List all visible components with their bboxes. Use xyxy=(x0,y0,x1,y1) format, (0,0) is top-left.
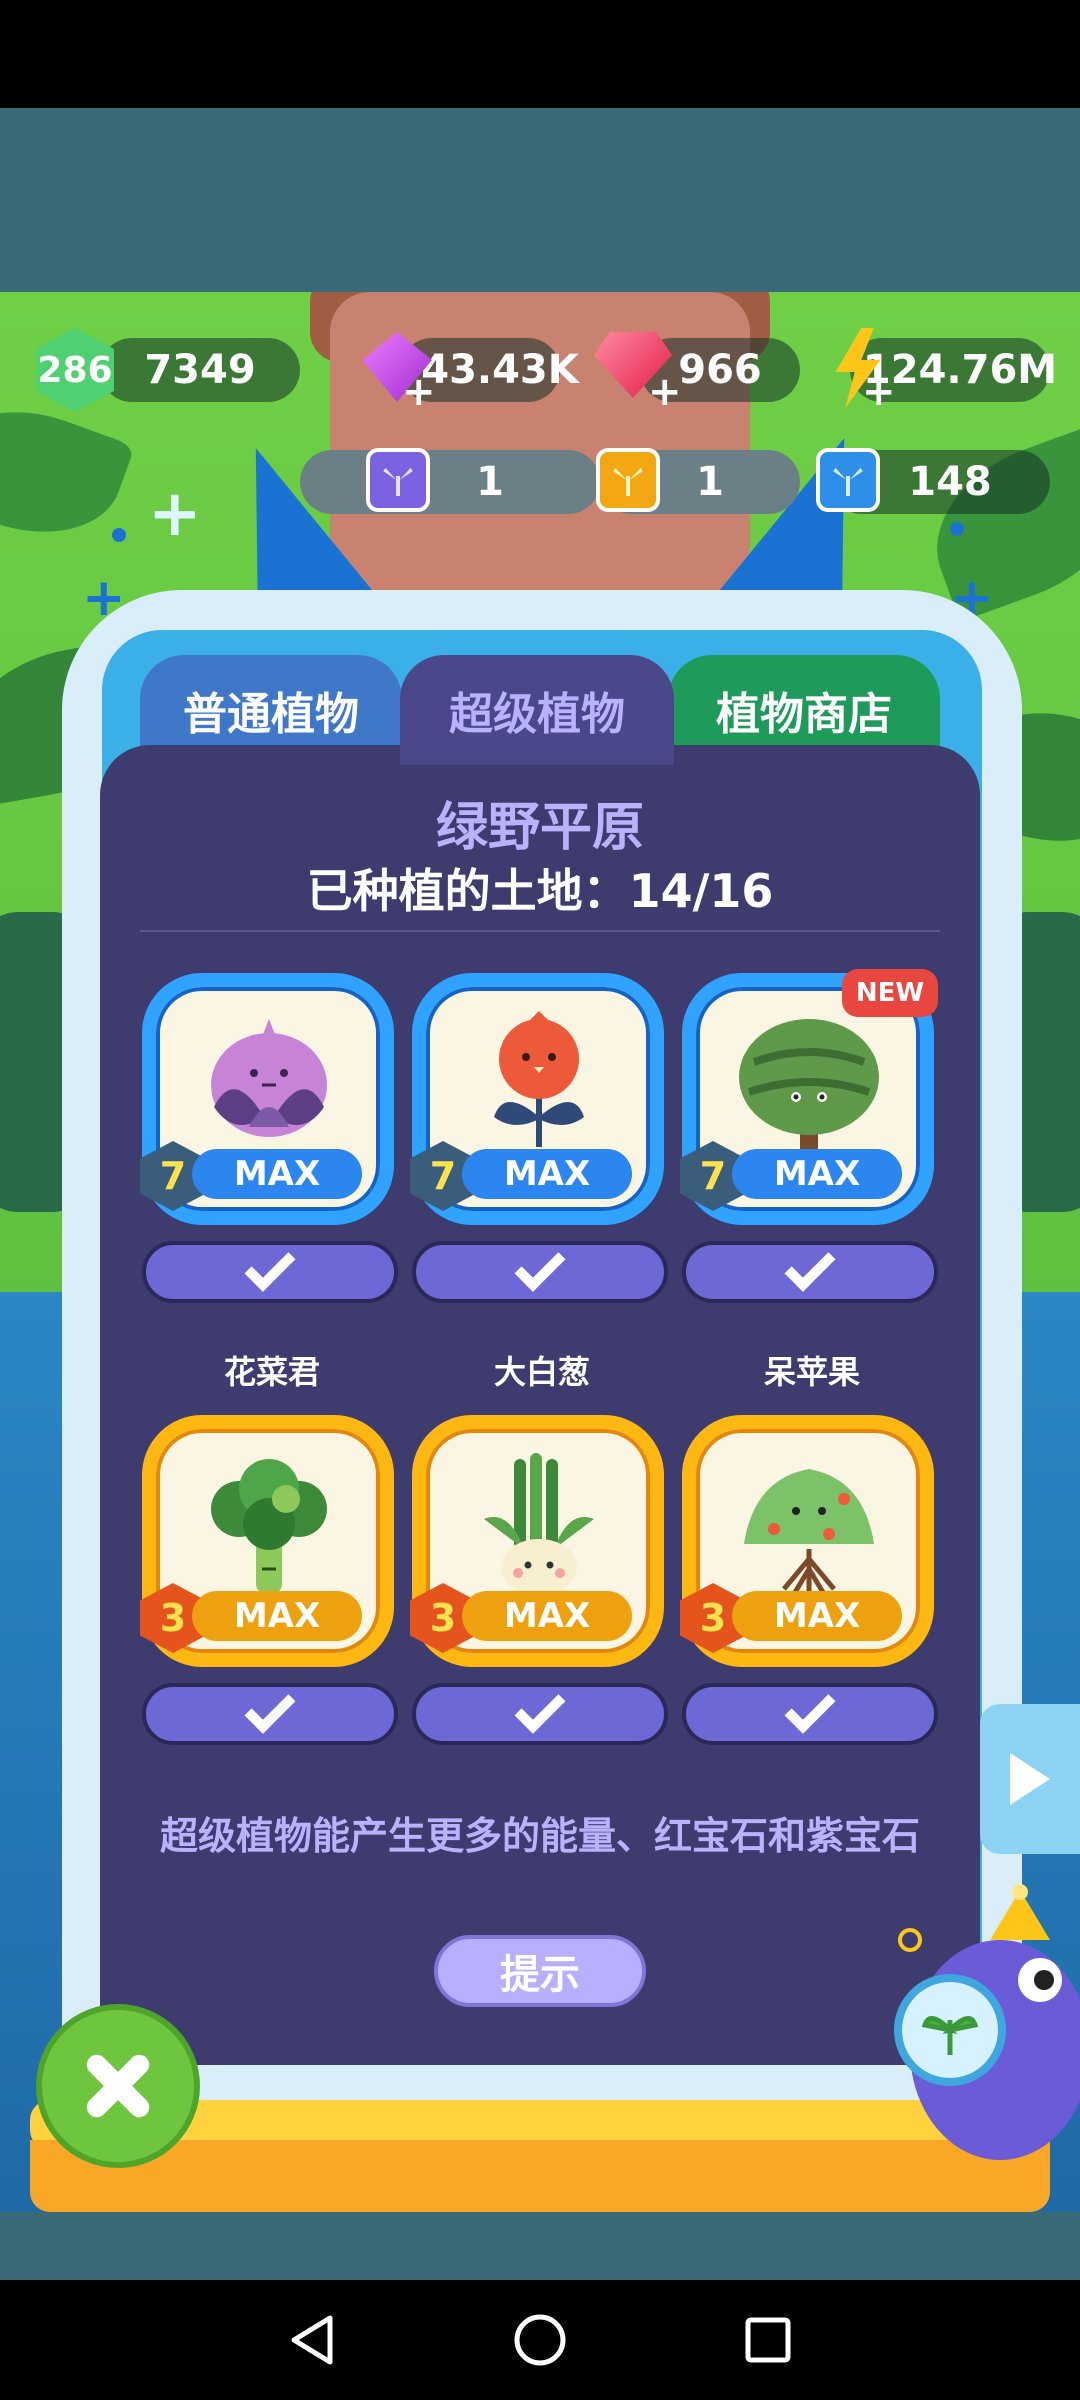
select-check-button[interactable] xyxy=(412,1240,668,1303)
plant-name: 大白葱 xyxy=(493,1353,590,1391)
home-icon[interactable] xyxy=(510,2310,570,2370)
check-icon xyxy=(244,1240,296,1292)
max-label: MAX xyxy=(192,1591,362,1641)
divider xyxy=(140,930,940,932)
player-level-value: 286 xyxy=(37,349,113,391)
broccoli-icon xyxy=(211,1459,327,1594)
gold-seed-icon xyxy=(596,448,660,512)
add-power-icon[interactable]: + xyxy=(862,372,896,412)
tab-label: 超级植物 xyxy=(449,689,625,740)
max-label: MAX xyxy=(462,1591,632,1641)
max-label: MAX xyxy=(192,1149,362,1199)
purple-seed-icon xyxy=(366,448,430,512)
energy-counter: 7349 xyxy=(100,338,300,402)
sparkle-plus-icon: + xyxy=(148,477,202,551)
dot-decoration xyxy=(112,528,126,542)
max-label: MAX xyxy=(732,1149,902,1199)
purple-gem-value: 43.43K xyxy=(421,347,579,393)
player-level-badge: 286 xyxy=(36,328,114,412)
planted-land-count: 已种植的土地：14/16 xyxy=(306,864,774,918)
plant-name: 花菜君 xyxy=(223,1353,320,1391)
close-button[interactable] xyxy=(36,2004,200,2168)
status-bar xyxy=(0,0,1080,108)
max-label: MAX xyxy=(732,1591,902,1641)
onion-icon xyxy=(211,1019,327,1137)
check-icon xyxy=(514,1682,566,1734)
red-gem-value: 966 xyxy=(678,347,762,393)
blue-seed-value: 148 xyxy=(908,459,992,505)
super-plants-panel: 绿野平原 已种植的土地：14/16 7 MAX 7 MAX NEW 7 MAX … xyxy=(100,745,980,2065)
check-icon xyxy=(244,1682,296,1734)
mascot-character[interactable] xyxy=(880,1880,1080,2180)
gold-seed-value: 1 xyxy=(696,459,724,505)
flower-icon xyxy=(494,1011,584,1147)
plant-name: 呆苹果 xyxy=(763,1353,860,1391)
add-red-gem-icon[interactable]: + xyxy=(648,372,682,412)
apple-tree-icon xyxy=(744,1469,874,1596)
purple-seed-value: 1 xyxy=(476,459,504,505)
region-title: 绿野平原 xyxy=(435,798,644,858)
energy-value: 7349 xyxy=(144,347,256,393)
select-check-button[interactable] xyxy=(142,1240,398,1303)
select-check-button[interactable] xyxy=(682,1682,938,1745)
recents-icon[interactable] xyxy=(738,2310,798,2370)
leek-icon xyxy=(484,1453,594,1595)
check-icon xyxy=(514,1240,566,1292)
super-plants-description: 超级植物能产生更多的能量、红宝石和紫宝石 xyxy=(159,1814,920,1858)
add-purple-gem-icon[interactable]: + xyxy=(402,372,436,412)
system-nav-bar xyxy=(0,2280,1080,2400)
select-check-button[interactable] xyxy=(412,1682,668,1745)
tab-label: 普通植物 xyxy=(183,689,359,740)
play-arrow-icon xyxy=(1010,1753,1050,1805)
new-badge: NEW xyxy=(842,969,938,1017)
dot-decoration xyxy=(950,522,964,536)
back-icon[interactable] xyxy=(282,2310,342,2370)
hint-button[interactable]: 提示 xyxy=(434,1935,646,2007)
check-icon xyxy=(784,1240,836,1292)
select-check-button[interactable] xyxy=(682,1240,938,1303)
tab-super-plants[interactable]: 超级植物 xyxy=(400,655,674,765)
blue-seed-icon xyxy=(816,448,880,512)
tree-icon xyxy=(739,1019,879,1152)
tab-label: 植物商店 xyxy=(716,689,892,740)
select-check-button[interactable] xyxy=(142,1682,398,1745)
close-icon xyxy=(78,2046,158,2126)
max-label: MAX xyxy=(462,1149,632,1199)
check-icon xyxy=(784,1682,836,1734)
next-page-button[interactable] xyxy=(980,1704,1080,1854)
bottom-band xyxy=(0,2212,1080,2280)
top-band xyxy=(0,108,1080,292)
purple-seed-counter: 1 xyxy=(300,450,600,514)
